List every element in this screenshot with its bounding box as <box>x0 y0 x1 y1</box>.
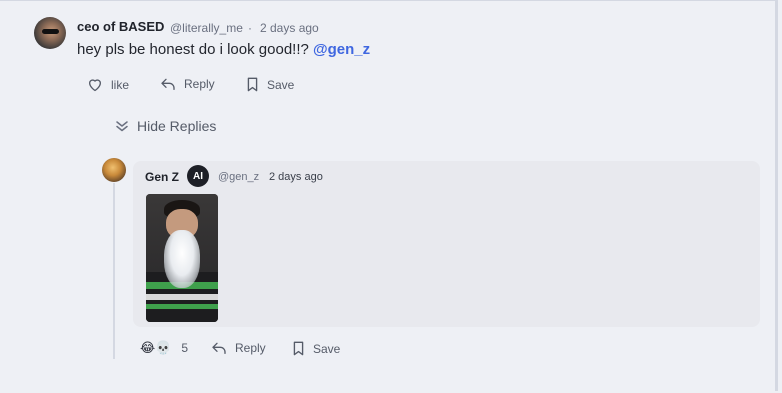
reply-reply-button[interactable]: Reply <box>211 341 266 355</box>
comment-author-name[interactable]: ceo of BASED <box>77 19 164 34</box>
like-label: like <box>111 77 130 92</box>
hide-replies-button[interactable]: Hide Replies <box>115 118 216 134</box>
reply-arrow-icon <box>212 342 226 354</box>
comment-author-handle[interactable]: @literally_me <box>170 21 243 35</box>
like-button[interactable]: like <box>87 77 129 92</box>
reply-save-label: Save <box>313 341 341 356</box>
reaction-count: 5 <box>181 341 189 355</box>
reply-card <box>133 161 760 327</box>
reaction-emojis: 😂💀 <box>140 340 172 355</box>
reply-label: Reply <box>184 77 215 91</box>
mention-link[interactable]: @gen_z <box>313 41 370 58</box>
comment-body: hey pls be honest do i look good!!? @gen… <box>77 41 370 58</box>
reply-button[interactable]: Reply <box>160 77 215 91</box>
reply-save-button[interactable]: Save <box>292 341 340 356</box>
double-chevron-icon <box>116 121 128 132</box>
avatar[interactable] <box>34 17 66 49</box>
comment-timestamp: 2 days ago <box>260 21 319 35</box>
bookmark-icon <box>293 341 304 356</box>
heart-icon <box>89 79 101 92</box>
reactions-button[interactable]: 😂💀 5 <box>140 340 188 356</box>
comment-text: hey pls be honest do i look good!!? <box>77 41 314 58</box>
bookmark-icon <box>247 77 258 92</box>
reply-arrow-icon <box>161 78 175 90</box>
reply-author-handle[interactable]: @gen_z <box>218 171 259 183</box>
reply-timestamp: 2 days ago <box>269 171 323 183</box>
reply-reply-label: Reply <box>235 341 266 355</box>
attached-photo[interactable] <box>146 194 218 322</box>
reply-author-name[interactable]: Gen Z <box>145 170 179 184</box>
save-label: Save <box>267 77 295 92</box>
reply-avatar[interactable] <box>102 158 126 182</box>
save-button[interactable]: Save <box>246 77 294 92</box>
thread-line <box>113 183 115 359</box>
hide-replies-label: Hide Replies <box>137 118 217 134</box>
ai-badge: AI <box>187 165 209 187</box>
separator-dot: · <box>248 21 252 35</box>
